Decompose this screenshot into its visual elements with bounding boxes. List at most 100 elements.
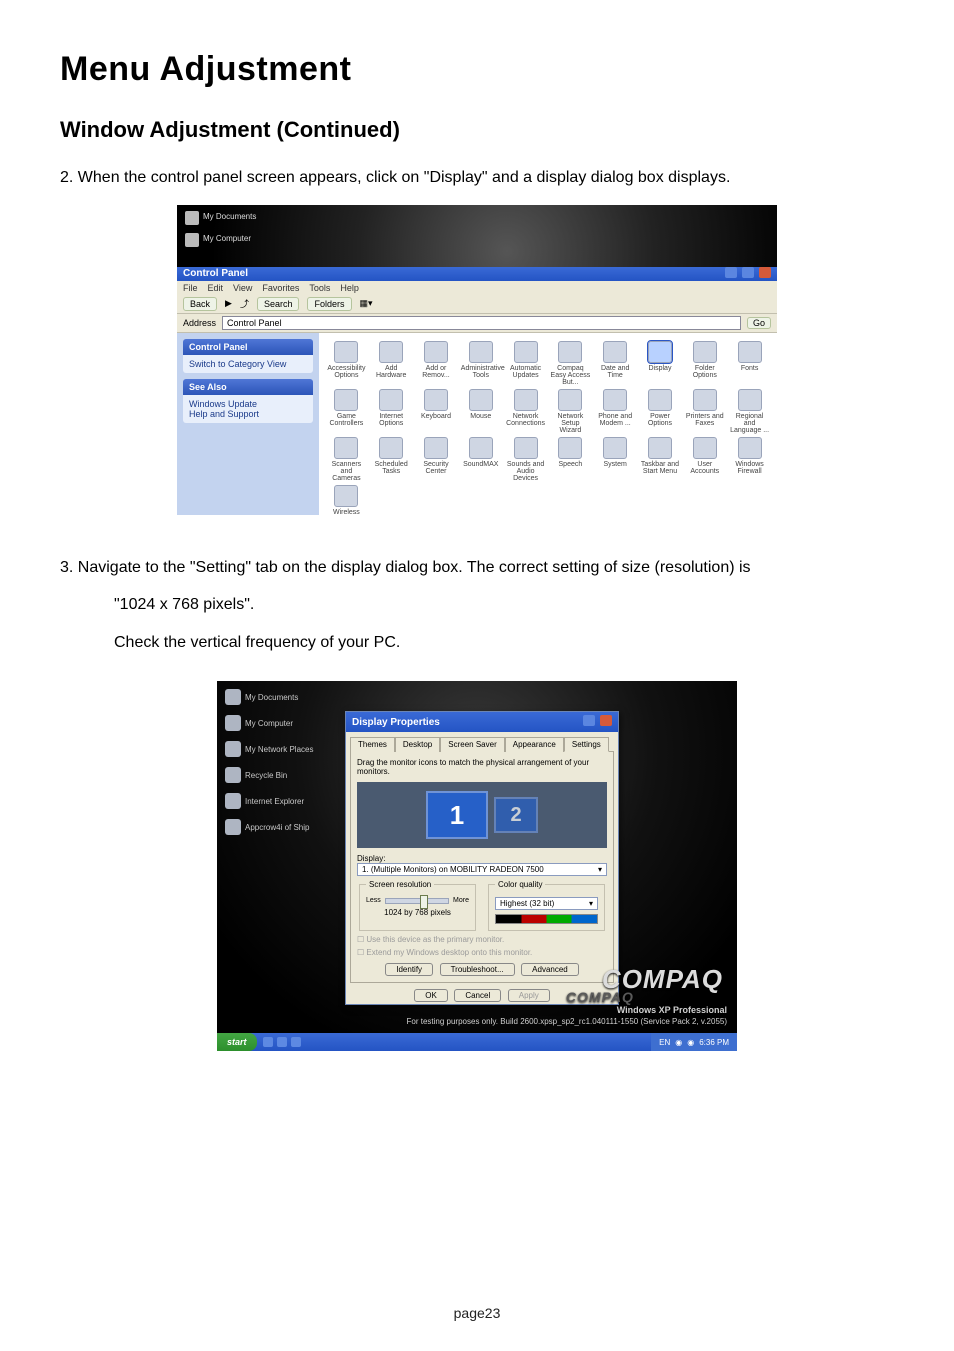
- start-button[interactable]: start: [217, 1033, 257, 1051]
- cancel-button[interactable]: Cancel: [454, 989, 501, 1002]
- cpl-item[interactable]: SoundMAX: [461, 437, 501, 483]
- up-button[interactable]: ⤴: [240, 297, 249, 310]
- color-quality-dropdown[interactable]: Highest (32 bit) ▾: [495, 897, 598, 910]
- quicklaunch-icon[interactable]: [277, 1037, 287, 1047]
- computer-icon: [185, 233, 199, 247]
- cpl-item[interactable]: System: [595, 437, 635, 483]
- close-button[interactable]: [600, 715, 612, 726]
- desktop-icon[interactable]: My Network Places: [225, 741, 313, 757]
- tray-icon[interactable]: ◉: [687, 1038, 694, 1047]
- cpl-item[interactable]: Accessibility Options: [326, 341, 366, 387]
- cpl-item[interactable]: Fonts: [730, 341, 770, 387]
- display-dropdown[interactable]: 1. (Multiple Monitors) on MOBILITY RADEO…: [357, 863, 607, 876]
- monitor-2[interactable]: 2: [494, 797, 538, 833]
- troubleshoot-button[interactable]: Troubleshoot...: [440, 963, 515, 976]
- cpl-item[interactable]: Administrative Tools: [461, 341, 501, 387]
- cpl-item[interactable]: Taskbar and Start Menu: [640, 437, 680, 483]
- tab-desktop[interactable]: Desktop: [395, 737, 440, 752]
- ok-button[interactable]: OK: [414, 989, 448, 1002]
- desktop-icon[interactable]: Internet Explorer: [225, 793, 313, 809]
- cpl-item-label: Display: [640, 365, 680, 372]
- cpl-item[interactable]: Display: [640, 341, 680, 387]
- slider-less-label: Less: [366, 897, 381, 904]
- cpl-item[interactable]: Network Setup Wizard: [550, 389, 590, 435]
- search-button[interactable]: Search: [257, 297, 300, 311]
- menu-tools[interactable]: Tools: [309, 283, 330, 293]
- menu-file[interactable]: File: [183, 283, 198, 293]
- desktop-icon[interactable]: Recycle Bin: [225, 767, 313, 783]
- tray-clock[interactable]: 6:36 PM: [699, 1038, 729, 1047]
- cpl-item-label: Power Options: [640, 413, 680, 428]
- apply-button[interactable]: Apply: [508, 989, 550, 1002]
- cpl-item[interactable]: Add or Remov...: [416, 341, 456, 387]
- cpl-item[interactable]: Scanners and Cameras: [326, 437, 366, 483]
- cpl-item[interactable]: Regional and Language ...: [730, 389, 770, 435]
- cpl-item[interactable]: Internet Options: [371, 389, 411, 435]
- tray-lang[interactable]: EN: [659, 1038, 670, 1047]
- menu-help[interactable]: Help: [340, 283, 359, 293]
- sidebar-switch-view[interactable]: Switch to Category View: [183, 355, 313, 373]
- cpl-item-icon: [424, 341, 448, 363]
- tab-themes[interactable]: Themes: [350, 737, 395, 752]
- address-field[interactable]: Control Panel: [222, 316, 741, 330]
- cpl-item[interactable]: Game Controllers: [326, 389, 366, 435]
- desktop-icon[interactable]: Appcrow4i of Ship: [225, 819, 313, 835]
- folders-button[interactable]: Folders: [307, 297, 351, 311]
- sidebar-link-help-support[interactable]: Help and Support: [189, 409, 307, 419]
- cpl-item-label: Compaq Easy Access But...: [550, 365, 590, 387]
- cpl-item[interactable]: Mouse: [461, 389, 501, 435]
- forward-button[interactable]: ▶: [225, 298, 232, 309]
- address-label: Address: [183, 318, 216, 328]
- tray-icon[interactable]: ◉: [675, 1038, 682, 1047]
- close-button[interactable]: [759, 267, 771, 278]
- help-button[interactable]: [583, 715, 595, 726]
- desktop-icon-my-computer[interactable]: My Computer: [185, 233, 256, 247]
- quicklaunch-icon[interactable]: [263, 1037, 273, 1047]
- cpl-item[interactable]: User Accounts: [685, 437, 725, 483]
- cpl-item[interactable]: Date and Time: [595, 341, 635, 387]
- cpl-item[interactable]: Folder Options: [685, 341, 725, 387]
- maximize-button[interactable]: [742, 267, 754, 278]
- cpl-item[interactable]: Speech: [550, 437, 590, 483]
- sidebar-link-windows-update[interactable]: Windows Update: [189, 399, 307, 409]
- cpl-item-icon: [693, 341, 717, 363]
- menu-view[interactable]: View: [233, 283, 252, 293]
- tab-screensaver[interactable]: Screen Saver: [440, 737, 504, 752]
- views-button[interactable]: ▦▾: [360, 298, 373, 309]
- monitor-1[interactable]: 1: [426, 791, 488, 839]
- menu-edit[interactable]: Edit: [208, 283, 224, 293]
- cpl-item[interactable]: Scheduled Tasks: [371, 437, 411, 483]
- back-button[interactable]: Back: [183, 297, 217, 311]
- step-3c: Check the vertical frequency of your PC.: [60, 630, 894, 656]
- go-button[interactable]: Go: [747, 317, 771, 329]
- cpl-item[interactable]: Security Center: [416, 437, 456, 483]
- cpl-item[interactable]: Wireless Link: [326, 485, 366, 515]
- quicklaunch-icon[interactable]: [291, 1037, 301, 1047]
- advanced-button[interactable]: Advanced: [521, 963, 579, 976]
- cpl-item[interactable]: Power Options: [640, 389, 680, 435]
- cpl-item[interactable]: Sounds and Audio Devices: [506, 437, 546, 483]
- desktop-icon-label: My Network Places: [245, 745, 313, 754]
- cpl-item[interactable]: Add Hardware: [371, 341, 411, 387]
- resolution-slider[interactable]: [385, 898, 449, 904]
- cpl-item[interactable]: Compaq Easy Access But...: [550, 341, 590, 387]
- desktop-icon[interactable]: My Documents: [225, 689, 313, 705]
- cpl-item[interactable]: Network Connections: [506, 389, 546, 435]
- minimize-button[interactable]: [725, 267, 737, 278]
- menu-favorites[interactable]: Favorites: [262, 283, 299, 293]
- tab-appearance[interactable]: Appearance: [505, 737, 564, 752]
- cpl-item-icon: [469, 341, 493, 363]
- cpl-item-icon: [603, 437, 627, 459]
- cpl-item[interactable]: Keyboard: [416, 389, 456, 435]
- cpl-item[interactable]: Phone and Modem ...: [595, 389, 635, 435]
- identify-button[interactable]: Identify: [385, 963, 433, 976]
- cpl-item[interactable]: Automatic Updates: [506, 341, 546, 387]
- cpl-item-icon: [514, 341, 538, 363]
- desktop-icon-my-documents[interactable]: My Documents: [185, 211, 256, 225]
- desktop-icon[interactable]: My Computer: [225, 715, 313, 731]
- tab-settings[interactable]: Settings: [564, 737, 609, 752]
- cpl-item[interactable]: Printers and Faxes: [685, 389, 725, 435]
- desktop-icon-label: My Computer: [245, 719, 293, 728]
- cpl-item[interactable]: Windows Firewall: [730, 437, 770, 483]
- sidebar-header-control-panel: Control Panel: [183, 339, 313, 355]
